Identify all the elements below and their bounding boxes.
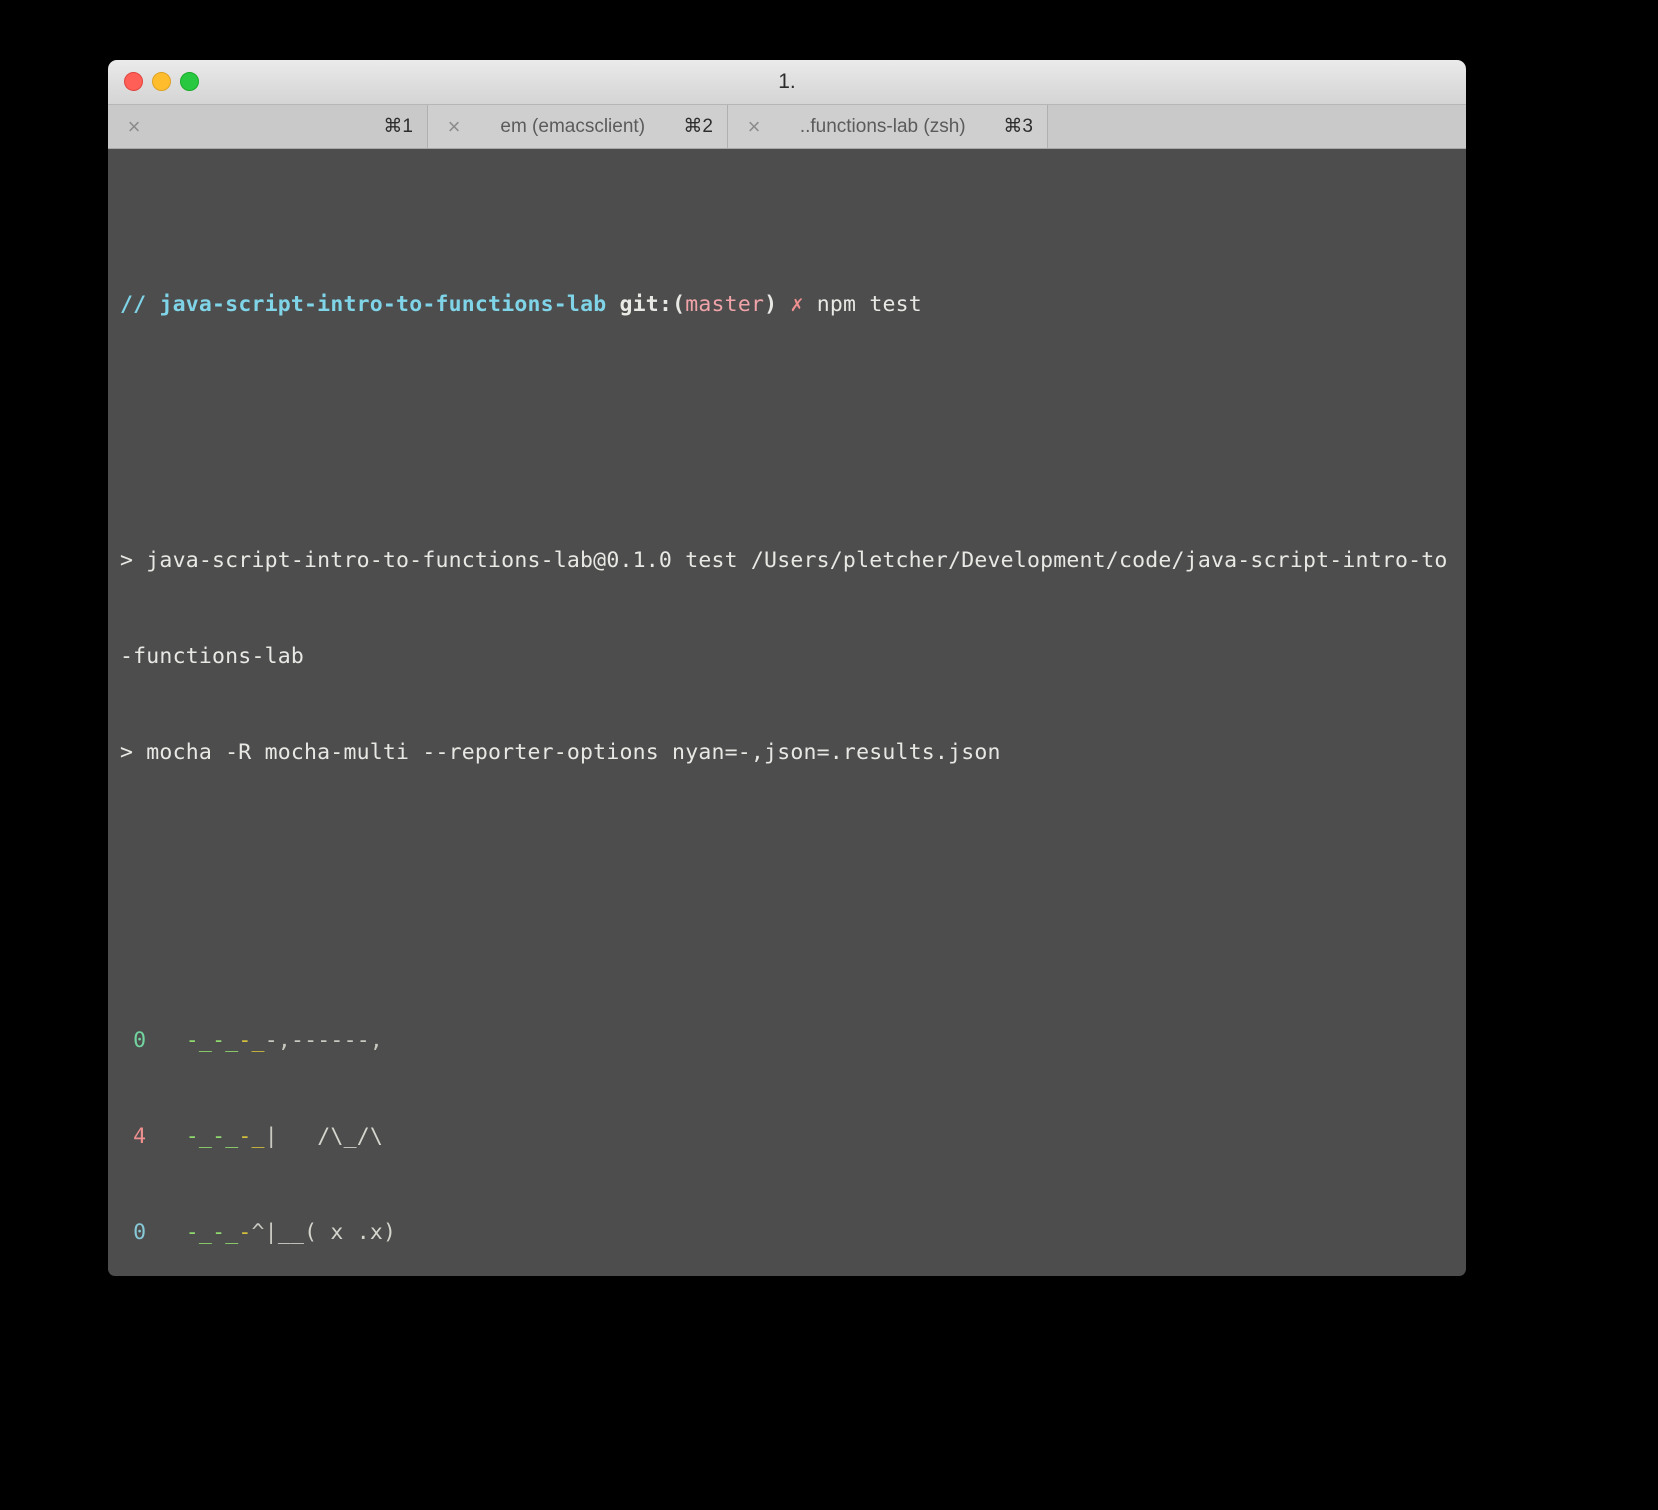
command-prompt-line: // java-script-intro-to-functions-lab gi… bbox=[108, 289, 1466, 321]
prompt-git-branch: master bbox=[685, 292, 765, 317]
tab-close-icon[interactable]: × bbox=[442, 115, 466, 138]
tab-2[interactable]: × em (emacsclient) ⌘2 bbox=[428, 105, 728, 148]
nyan-count-failing: 4 bbox=[133, 1124, 147, 1149]
terminal-output[interactable]: // java-script-intro-to-functions-lab gi… bbox=[108, 149, 1466, 1276]
tab-3-label: ..functions-lab (zsh) bbox=[799, 115, 966, 137]
nyan-count-pending: 0 bbox=[133, 1220, 147, 1245]
nyan-row-1: 0 -_-_-_-,------, bbox=[133, 1028, 383, 1053]
tab-2-label: em (emacsclient) bbox=[500, 115, 646, 137]
prompt-git-prefix: git:( bbox=[619, 292, 686, 317]
prompt-slashes: // bbox=[120, 292, 147, 317]
tab-2-shortcut: ⌘2 bbox=[683, 116, 713, 137]
window-titlebar: 1. bbox=[108, 60, 1466, 105]
prompt-git-suffix: ) bbox=[764, 292, 778, 317]
prompt-dirty-icon: ✗ bbox=[790, 292, 804, 317]
npm-header-line-2: -functions-lab bbox=[120, 644, 305, 669]
tab-bar-filler bbox=[1048, 105, 1466, 148]
tab-1[interactable]: × ⌘1 bbox=[108, 105, 428, 148]
tab-1-shortcut: ⌘1 bbox=[383, 116, 413, 137]
nyan-count-passing: 0 bbox=[133, 1028, 147, 1053]
terminal-window: 1. × ⌘1 × em (emacsclient) ⌘2 × ..functi… bbox=[108, 60, 1466, 1276]
tab-3-shortcut: ⌘3 bbox=[1003, 116, 1033, 137]
tab-close-icon[interactable]: × bbox=[122, 115, 146, 138]
nyan-row-2: 4 -_-_-_| /\_/\ bbox=[133, 1124, 383, 1149]
nyan-row-3: 0 -_-_-^|__( x .x) bbox=[133, 1220, 397, 1245]
window-title: 1. bbox=[778, 70, 796, 93]
npm-header-line-1: > java-script-intro-to-functions-lab@0.1… bbox=[120, 548, 1448, 573]
prompt-path: java-script-intro-to-functions-lab bbox=[159, 292, 607, 317]
tab-close-icon[interactable]: × bbox=[742, 115, 766, 138]
tab-3[interactable]: × ..functions-lab (zsh) ⌘3 bbox=[728, 105, 1048, 148]
npm-header-line-3: > mocha -R mocha-multi --reporter-option… bbox=[120, 740, 1001, 765]
tab-bar: × ⌘1 × em (emacsclient) ⌘2 × ..functions… bbox=[108, 105, 1466, 149]
typed-command: npm test bbox=[816, 292, 922, 317]
